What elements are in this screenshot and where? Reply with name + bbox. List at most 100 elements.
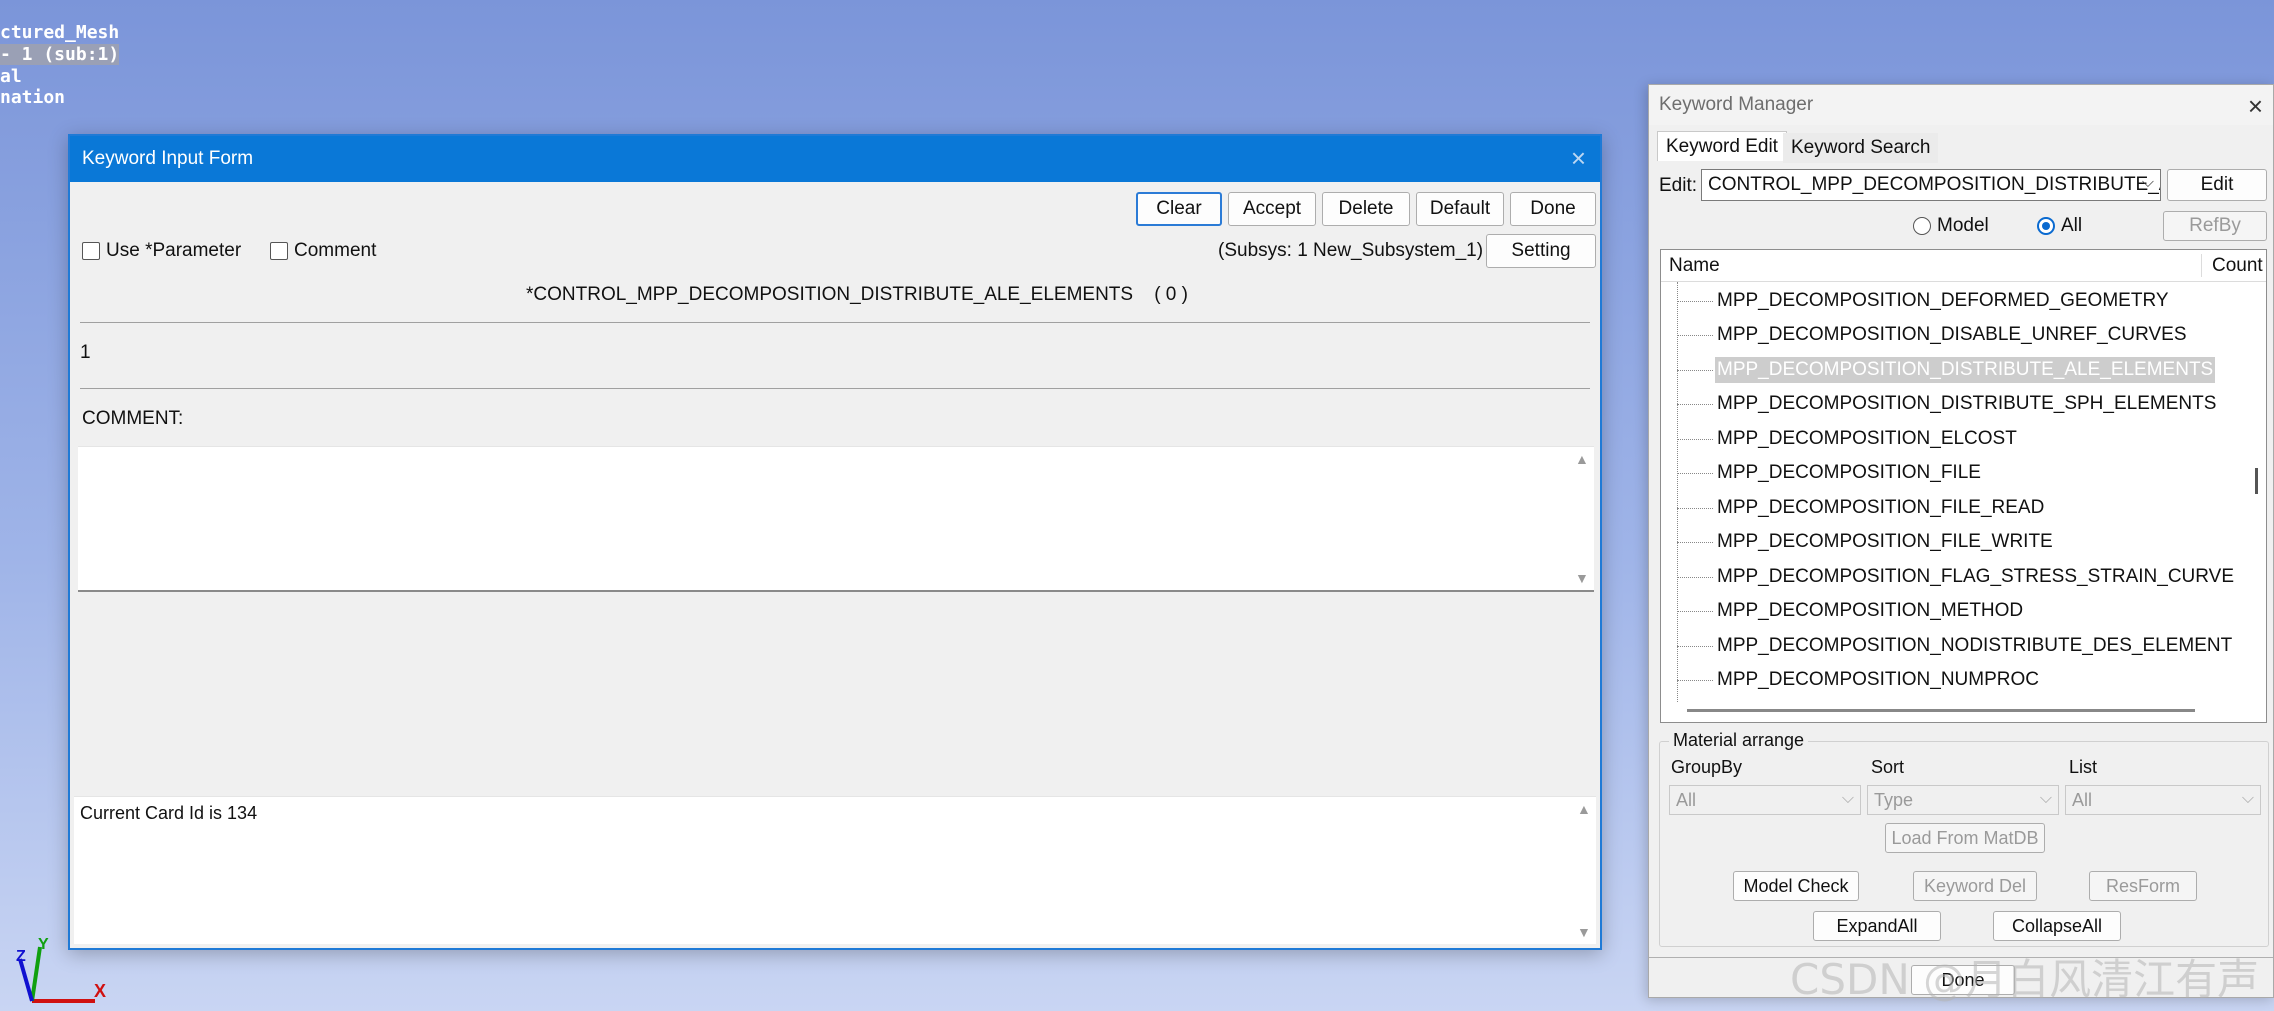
background-tree-line: ctured_Mesh xyxy=(0,22,120,43)
tab-keyword-search[interactable]: Keyword Search xyxy=(1783,133,1939,163)
column-separator xyxy=(2201,254,2202,277)
radio-dot-selected[interactable] xyxy=(2037,217,2055,235)
close-icon[interactable]: × xyxy=(1571,145,1586,171)
list-select[interactable]: All ⌵ xyxy=(2065,785,2261,815)
tree-connector xyxy=(1677,541,1713,543)
tree-connector xyxy=(1677,610,1713,612)
tree-item[interactable]: MPP_DECOMPOSITION_DISTRIBUTE_SPH_ELEMENT… xyxy=(1661,389,2218,419)
status-scrollbar[interactable]: ▲ ▼ xyxy=(1572,797,1596,944)
material-arrange-title: Material arrange xyxy=(1669,730,1809,751)
tree-item[interactable]: MPP_DECOMPOSITION_DISABLE_UNREF_CURVES xyxy=(1661,320,2189,350)
chevron-down-icon[interactable]: ⌵ xyxy=(2142,174,2154,192)
edit-keyword-value: CONTROL_MPP_DECOMPOSITION_DISTRIBUTE_AI xyxy=(1708,174,2161,195)
tree-item[interactable]: MPP_DECOMPOSITION_METHOD xyxy=(1661,596,2025,626)
column-count-header[interactable]: Count xyxy=(2212,255,2263,277)
edit-keyword-combo[interactable]: CONTROL_MPP_DECOMPOSITION_DISTRIBUTE_AI … xyxy=(1701,169,2161,201)
keyword-tree[interactable]: Name Count MPP_DECOMPOSITION_DEFORMED_GE… xyxy=(1660,249,2267,723)
edit-button[interactable]: Edit xyxy=(2167,169,2267,201)
radio-all[interactable]: All xyxy=(2037,215,2082,237)
collapse-all-button[interactable]: CollapseAll xyxy=(1993,911,2121,941)
tree-item-label: MPP_DECOMPOSITION_DISABLE_UNREF_CURVES xyxy=(1717,324,2187,345)
scroll-down-icon[interactable]: ▼ xyxy=(1577,924,1591,940)
tree-item[interactable]: MPP_DECOMPOSITION_FILE_WRITE xyxy=(1661,527,2055,557)
tree-item[interactable]: MPP_DECOMPOSITION_FLAG_STRESS_STRAIN_CUR… xyxy=(1661,562,2236,592)
sort-select[interactable]: Type ⌵ xyxy=(1867,785,2059,815)
comment-textarea[interactable]: ▲ ▼ xyxy=(78,446,1594,592)
tree-connector xyxy=(1677,472,1713,474)
tree-item-selected[interactable]: MPP_DECOMPOSITION_DISTRIBUTE_ALE_ELEMENT… xyxy=(1661,355,2216,385)
radio-all-label: All xyxy=(2061,215,2083,236)
done-button[interactable]: Done xyxy=(1510,192,1596,226)
expand-all-button[interactable]: ExpandAll xyxy=(1813,911,1941,941)
subsys-text: (Subsys: 1 New_Subsystem_1) xyxy=(1218,240,1484,261)
axis-y-label: Y xyxy=(38,936,49,953)
vertical-scrollbar-thumb[interactable] xyxy=(2255,468,2258,494)
status-text: Current Card Id is 134 xyxy=(80,803,258,823)
use-parameter-checkbox[interactable]: Use *Parameter xyxy=(82,240,241,262)
groupby-value: All xyxy=(1676,789,1697,810)
chevron-down-icon[interactable]: ⌵ xyxy=(2242,790,2254,808)
keyword-manager-window: Keyword Manager × Keyword Edit Keyword S… xyxy=(1648,84,2274,998)
list-value: All xyxy=(2072,789,2093,810)
setting-button[interactable]: Setting xyxy=(1486,234,1596,268)
tree-item-label: MPP_DECOMPOSITION_FILE_READ xyxy=(1717,497,2045,518)
tree-connector xyxy=(1677,507,1713,509)
keyword-del-button[interactable]: Keyword Del xyxy=(1913,871,2037,901)
list-label: List xyxy=(2069,757,2098,777)
tree-item[interactable]: MPP_DECOMPOSITION_ELCOST xyxy=(1661,424,2019,454)
tree-item-label: MPP_DECOMPOSITION_NODISTRIBUTE_DES_ELEME… xyxy=(1717,635,2233,656)
chevron-down-icon[interactable]: ⌵ xyxy=(1842,790,1854,808)
clear-button[interactable]: Clear xyxy=(1136,192,1222,226)
keyword-input-form-titlebar[interactable]: Keyword Input Form × xyxy=(70,136,1600,182)
radio-model[interactable]: Model xyxy=(1913,215,1989,237)
tree-connector xyxy=(1677,369,1713,371)
tree-item[interactable]: MPP_DECOMPOSITION_FILE xyxy=(1661,458,1983,488)
tree-connector xyxy=(1677,334,1713,336)
scroll-up-icon[interactable]: ▲ xyxy=(1577,801,1591,817)
sort-value: Type xyxy=(1874,789,1914,810)
tree-item[interactable]: MPP_DECOMPOSITION_NUMPROC xyxy=(1661,665,2041,695)
scroll-up-icon[interactable]: ▲ xyxy=(1575,451,1589,467)
background-tree-line: nation xyxy=(0,87,66,108)
tree-header: Name Count xyxy=(1661,250,2266,282)
tab-keyword-edit[interactable]: Keyword Edit xyxy=(1657,131,1787,161)
model-check-button[interactable]: Model Check xyxy=(1733,871,1859,901)
status-output: Current Card Id is 134 ▲ ▼ xyxy=(74,796,1596,944)
tree-connector xyxy=(1677,679,1713,681)
checkbox-box[interactable] xyxy=(270,242,288,260)
comment-scrollbar[interactable]: ▲ ▼ xyxy=(1570,447,1594,590)
tree-item[interactable]: MPP_DECOMPOSITION_NODISTRIBUTE_DES_ELEME… xyxy=(1661,631,2234,661)
default-button[interactable]: Default xyxy=(1416,192,1504,226)
scroll-down-icon[interactable]: ▼ xyxy=(1575,570,1589,586)
chevron-down-icon[interactable]: ⌵ xyxy=(2040,790,2052,808)
refby-button[interactable]: RefBy xyxy=(2163,211,2267,241)
window-title: Keyword Input Form xyxy=(82,148,254,169)
tree-item-label: MPP_DECOMPOSITION_FILE xyxy=(1717,462,1981,483)
axis-z-label: Z xyxy=(16,948,26,965)
column-name-header[interactable]: Name xyxy=(1669,255,1720,277)
card-value[interactable]: 1 xyxy=(80,342,91,364)
tree-item[interactable]: MPP_DECOMPOSITION_FILE_READ xyxy=(1661,493,2046,523)
tree-item-label: MPP_DECOMPOSITION_METHOD xyxy=(1717,600,2024,621)
groupby-select[interactable]: All ⌵ xyxy=(1669,785,1861,815)
keyword-manager-titlebar[interactable]: Keyword Manager × xyxy=(1649,85,2273,125)
tree-connector xyxy=(1677,576,1713,578)
tree-connector xyxy=(1677,300,1713,302)
radio-dot[interactable] xyxy=(1913,217,1931,235)
background-tree-line: al xyxy=(0,66,22,87)
accept-button[interactable]: Accept xyxy=(1228,192,1316,226)
delete-button[interactable]: Delete xyxy=(1322,192,1410,226)
tree-item-label: MPP_DECOMPOSITION_DISTRIBUTE_SPH_ELEMENT… xyxy=(1717,393,2217,414)
horizontal-scrollbar-thumb[interactable] xyxy=(1687,709,2195,712)
resform-button[interactable]: ResForm xyxy=(2089,871,2197,901)
checkbox-box[interactable] xyxy=(82,242,100,260)
tree-connector xyxy=(1677,403,1713,405)
tree-connector xyxy=(1677,438,1713,440)
close-icon[interactable]: × xyxy=(2248,91,2263,122)
tree-item[interactable]: MPP_DECOMPOSITION_DEFORMED_GEOMETRY xyxy=(1661,286,2171,316)
comment-checkbox[interactable]: Comment xyxy=(270,240,376,262)
keyword-heading: *CONTROL_MPP_DECOMPOSITION_DISTRIBUTE_AL… xyxy=(526,284,1188,305)
edit-label: Edit: xyxy=(1659,175,1698,196)
load-from-matdb-button[interactable]: Load From MatDB xyxy=(1885,823,2045,853)
groupby-label: GroupBy xyxy=(1671,757,1743,777)
